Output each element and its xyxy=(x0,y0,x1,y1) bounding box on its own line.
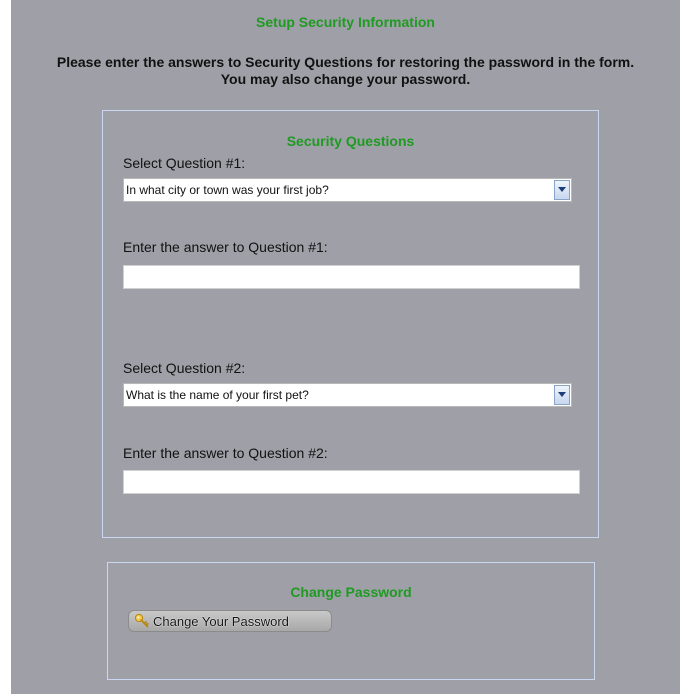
key-icon xyxy=(134,613,150,629)
instructions-line-2: You may also change your password. xyxy=(220,71,471,87)
question-2-select[interactable]: What is the name of your first pet? xyxy=(123,383,572,407)
security-questions-title: Security Questions xyxy=(286,133,415,149)
question-2-answer-label: Enter the answer to Question #2: xyxy=(123,445,328,461)
page-title: Setup Security Information xyxy=(256,14,435,30)
instructions-line-1: Please enter the answers to Security Que… xyxy=(56,54,635,70)
question-1-select-label: Select Question #1: xyxy=(123,155,246,171)
question-2-selected-value: What is the name of your first pet? xyxy=(126,388,309,402)
instructions-text: Please enter the answers to Security Que… xyxy=(0,54,691,88)
chevron-down-icon[interactable] xyxy=(554,385,570,405)
question-1-selected-value: In what city or town was your first job? xyxy=(126,183,329,197)
question-1-select[interactable]: In what city or town was your first job? xyxy=(123,178,572,202)
change-password-button[interactable]: Change Your Password xyxy=(128,610,332,632)
question-2-select-label: Select Question #2: xyxy=(123,360,246,376)
page-background: Setup Security Information Please enter … xyxy=(11,0,680,694)
question-1-answer-label: Enter the answer to Question #1: xyxy=(123,239,328,255)
question-1-answer-input[interactable] xyxy=(123,265,580,289)
question-2-answer-input[interactable] xyxy=(123,470,580,494)
change-password-panel: Change Password Change Your Password xyxy=(107,562,595,680)
change-password-title: Change Password xyxy=(290,584,412,600)
change-password-button-label: Change Your Password xyxy=(153,614,289,629)
chevron-down-icon[interactable] xyxy=(554,180,570,200)
security-questions-panel: Security Questions Select Question #1: I… xyxy=(102,110,599,538)
